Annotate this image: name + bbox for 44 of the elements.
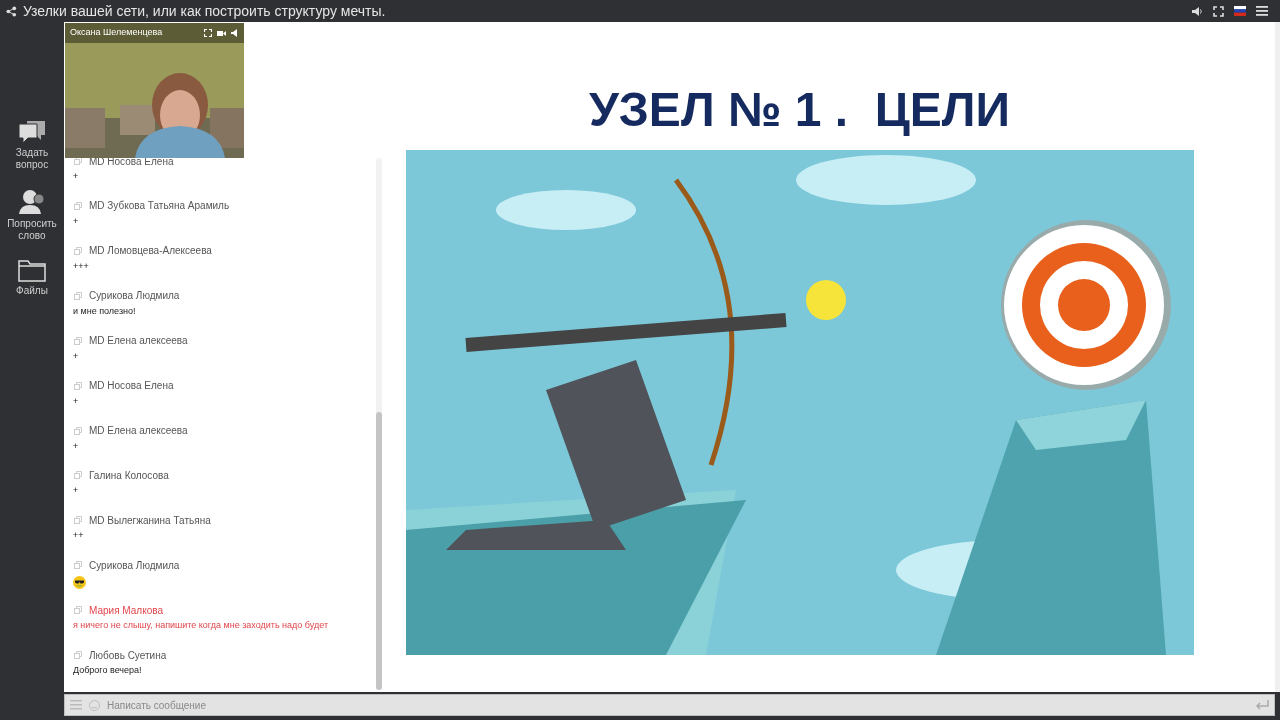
webinar-title: Узелки вашей сети, или как построить структуру мечты.	[23, 1, 386, 21]
cool-smiley-icon	[73, 576, 86, 590]
menu-icon[interactable]	[1256, 6, 1268, 16]
camera-icon[interactable]	[217, 29, 226, 37]
message-author: MD Елена алексеева	[89, 424, 188, 439]
message-author: MD Вылегжанина Татьяна	[89, 513, 211, 528]
message-text: +++	[73, 259, 89, 273]
message-text: я ничего не слышу, напишите когда мне заходить надо будет	[73, 619, 329, 633]
message-author: MD Зубкова Татьяна Арамиль	[89, 199, 230, 214]
message-author: Сурикова Людмила	[89, 289, 180, 304]
sidebar-label[interactable]: Файлы	[16, 285, 48, 297]
russian-flag-icon[interactable]	[1234, 6, 1246, 16]
slide-title: УЗЕЛ № 1 . ЦЕЛИ	[588, 82, 1011, 138]
smiley-icon[interactable]	[89, 699, 100, 711]
message-author: Любовь Суетина	[89, 648, 167, 663]
message-author: MD Елена алексеева	[89, 334, 188, 349]
message-text: и мне полезно!	[73, 304, 136, 318]
speaker-icon[interactable]	[231, 29, 239, 37]
message-author: Галина Колосова	[89, 468, 169, 483]
message-text: +	[73, 484, 79, 498]
folder-icon[interactable]	[18, 258, 46, 282]
message-text: ++	[73, 529, 84, 543]
message-text: +	[73, 349, 79, 363]
presenter-name: Оксана Шелеменцева	[70, 26, 163, 40]
message-text: +	[73, 170, 79, 183]
scrollbar-thumb[interactable]	[376, 412, 382, 690]
question-bubbles-icon[interactable]	[17, 118, 47, 144]
speaker-icon[interactable]	[1191, 5, 1203, 17]
message-field[interactable]: Написать сообщение	[64, 694, 1275, 716]
share-icon[interactable]	[6, 5, 17, 17]
message-author: MD Ломовцева-Алексеева	[89, 244, 212, 259]
enter-icon[interactable]	[1255, 700, 1269, 710]
sidebar-label[interactable]: Задать вопрос	[15, 147, 49, 171]
message-text: +	[73, 394, 79, 408]
fullscreen-icon[interactable]	[1213, 5, 1224, 17]
person-speaking-icon[interactable]	[18, 187, 46, 215]
message-text: +	[73, 439, 79, 453]
message-author: Мария Малкова	[89, 603, 163, 618]
message-author: Сурикова Людмила	[89, 558, 180, 573]
sidebar-label[interactable]: Попросить слово	[7, 218, 57, 242]
message-text: Доброго вечера!	[73, 664, 142, 678]
message-author: MD Носова Елена	[89, 379, 174, 394]
message-input[interactable]: Написать сообщение	[107, 697, 1248, 713]
message-text: +	[73, 214, 79, 228]
